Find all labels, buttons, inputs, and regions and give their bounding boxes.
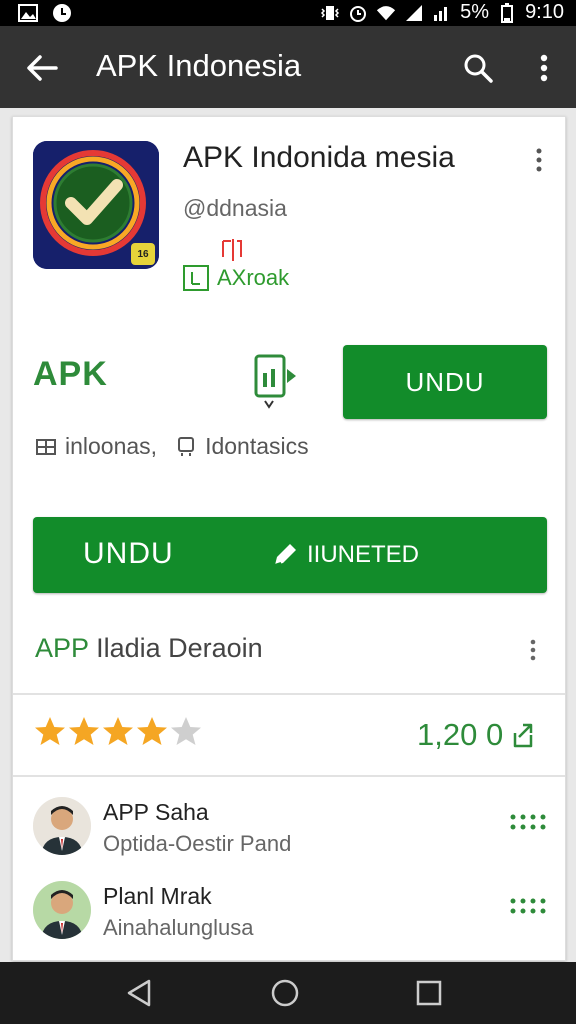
square-recent-icon — [416, 980, 442, 1006]
star-filled-icon — [137, 717, 167, 745]
developer-name: @ddnasia — [183, 195, 287, 221]
user-subtitle: Optida-Oestir Pand — [103, 831, 292, 856]
back-button[interactable] — [20, 46, 64, 90]
battery-percent: 5% — [460, 1, 490, 23]
nav-recent-button[interactable] — [412, 976, 446, 1010]
section-title: APP Iladia Deraoin — [35, 633, 263, 664]
app-icon[interactable]: 16 — [33, 141, 159, 269]
device-icon — [175, 436, 197, 458]
avatar — [33, 881, 91, 939]
navigation-bar — [0, 962, 576, 1024]
meta-two: Idontasics — [205, 433, 309, 459]
install-button[interactable]: UNDU IIUNETED — [33, 517, 547, 593]
card-overflow-button[interactable] — [527, 145, 551, 175]
install-right-group: IIUNETED — [271, 541, 419, 569]
search-button[interactable] — [456, 46, 500, 90]
rating-count-group: 1,20 0 — [417, 717, 537, 753]
app-detail-card: 16 APK Indonida mesia @ddnasia AXroak AP… — [12, 116, 566, 961]
app-bar: APK Indonesia — [0, 26, 576, 108]
circle-home-icon — [271, 979, 299, 1007]
section-title-highlight: APP — [35, 633, 89, 663]
tag-label: AXroak — [217, 265, 290, 290]
page-title: APK Indonesia — [96, 48, 302, 83]
section-title-rest: Iladia Deraoin — [96, 633, 263, 663]
arrow-left-icon — [27, 55, 58, 81]
apk-label: APK — [33, 355, 108, 393]
app-name: APK Indonida mesia — [183, 141, 455, 174]
battery-icon — [497, 2, 517, 23]
device-send-icon[interactable] — [253, 353, 299, 411]
section-overflow-button[interactable] — [521, 635, 545, 665]
alarm-icon — [348, 3, 368, 23]
grid-icon — [35, 436, 57, 458]
meta-one: inloonas, — [65, 433, 158, 459]
install-left-label: UNDU — [83, 537, 174, 570]
red-glyph-icon — [222, 239, 242, 261]
signal-icon — [404, 3, 424, 23]
avatar — [33, 797, 91, 855]
app-badge: 16 — [131, 243, 155, 265]
divider — [13, 775, 565, 777]
list-item[interactable]: Planl Mrak Ainahalunglusa — [33, 881, 553, 953]
overflow-menu-button[interactable] — [524, 46, 564, 90]
signal-bars-icon — [432, 3, 452, 23]
divider — [13, 693, 565, 695]
clock: 9:10 — [525, 1, 564, 23]
star-filled-icon — [35, 717, 65, 745]
user-subtitle: Ainahalunglusa — [103, 915, 254, 940]
notification-circle-icon — [52, 3, 72, 23]
app-meta: inloonas, Idontasics — [35, 433, 309, 460]
nav-back-button[interactable] — [122, 976, 156, 1010]
rating-stars[interactable] — [33, 715, 203, 749]
triangle-back-icon — [127, 979, 151, 1007]
rating-count: 1,20 0 — [417, 717, 504, 752]
image-notification-icon — [18, 3, 38, 23]
status-bar: 5% 9:10 — [0, 0, 576, 26]
star-empty-icon — [171, 717, 201, 745]
more-dots-icon[interactable] — [509, 897, 547, 917]
more-dots-icon[interactable] — [509, 813, 547, 833]
nav-home-button[interactable] — [268, 976, 302, 1010]
install-right-label: IIUNETED — [307, 541, 420, 568]
search-icon — [464, 54, 493, 83]
vibrate-icon — [320, 3, 340, 23]
more-vert-icon — [540, 54, 548, 82]
star-filled-icon — [69, 717, 99, 745]
download-button[interactable]: UNDU — [343, 345, 547, 419]
user-name: APP Saha — [103, 799, 209, 825]
category-tag[interactable]: AXroak — [183, 265, 289, 291]
share-icon[interactable] — [509, 721, 537, 749]
wifi-icon — [376, 3, 396, 23]
list-item[interactable]: APP Saha Optida-Oestir Pand — [33, 797, 553, 869]
tag-icon — [183, 265, 209, 291]
star-filled-icon — [103, 717, 133, 745]
more-vert-icon — [530, 639, 536, 661]
more-vert-icon — [536, 148, 542, 172]
pencil-icon — [274, 544, 296, 566]
user-name: Planl Mrak — [103, 883, 212, 909]
